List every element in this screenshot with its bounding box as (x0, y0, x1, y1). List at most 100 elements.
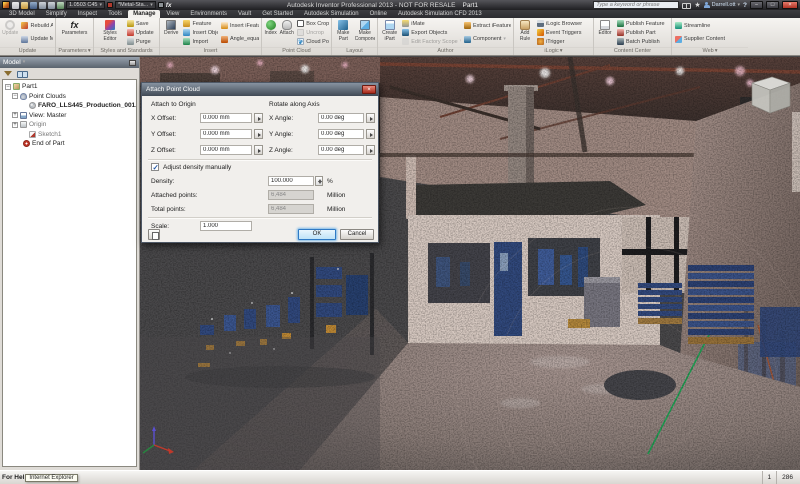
dialog-help-button[interactable] (148, 229, 160, 240)
parameters-button[interactable]: fx Parameters (60, 19, 90, 46)
index-button[interactable]: Index (264, 19, 277, 46)
material-combo[interactable]: *Metal-Sta... ▾ (114, 1, 156, 9)
search-icon[interactable] (682, 2, 692, 9)
x-offset-flyout-button[interactable] (254, 113, 263, 123)
attach-button[interactable]: Attach (279, 19, 294, 46)
close-button[interactable]: × (782, 1, 798, 9)
tab-get-started[interactable]: Get Started (257, 10, 298, 18)
minimize-button[interactable]: − (750, 1, 763, 9)
adjust-density-checkbox[interactable]: ✓ (151, 163, 159, 172)
x-angle-input[interactable] (318, 113, 364, 123)
search-input[interactable] (593, 1, 680, 9)
styles-save-button[interactable]: Save (126, 19, 155, 28)
rebuild-all-button[interactable]: Rebuild All (20, 21, 53, 30)
ilogic-browser-button[interactable]: iLogic Browser (536, 19, 583, 28)
appearance-swatch-icon[interactable] (106, 2, 113, 8)
tab-view[interactable]: View (161, 10, 184, 18)
parameters-fx-icon[interactable]: fx (166, 2, 172, 9)
help-icon[interactable]: ? (743, 2, 747, 9)
y-angle-input[interactable] (318, 129, 364, 139)
streamline-button[interactable]: Streamline (674, 21, 726, 30)
y-angle-flyout-button[interactable] (366, 129, 375, 139)
make-components-button[interactable]: Make Components (355, 19, 375, 46)
feature-button[interactable]: Feature (182, 19, 217, 28)
find-icon[interactable] (17, 70, 28, 78)
taskbar-tooltip[interactable]: Internet Explorer (25, 473, 78, 482)
expand-icon[interactable]: + (12, 121, 18, 128)
cloud-point-button[interactable]: Cloud Point (296, 37, 329, 46)
open-file-icon[interactable] (21, 1, 28, 9)
imate-button[interactable]: iMate (401, 19, 461, 28)
z-angle-input[interactable] (318, 145, 364, 155)
ok-button[interactable]: OK (298, 229, 336, 240)
density-spinner[interactable] (315, 176, 323, 186)
application-menu-button[interactable] (2, 1, 10, 9)
insert-object-button[interactable]: Insert Object (182, 28, 218, 37)
export-objects-button[interactable]: Export Objects (401, 28, 461, 37)
x-offset-input[interactable] (200, 113, 252, 123)
favorites-star-icon[interactable]: ★ (694, 2, 700, 9)
styles-editor-button[interactable]: Styles Editor (96, 19, 124, 46)
save-icon[interactable] (30, 1, 37, 9)
update-mass-button[interactable]: Update Mass (20, 35, 53, 44)
styles-update-button[interactable]: Update (126, 28, 155, 37)
y-offset-input[interactable] (200, 129, 252, 139)
z-offset-flyout-button[interactable] (254, 145, 263, 155)
publish-feature-button[interactable]: Publish Feature (616, 19, 666, 28)
tab-manage[interactable]: Manage (128, 10, 161, 18)
tree-item-origin[interactable]: + Origin (3, 120, 136, 130)
group-label-ilogic[interactable]: iLogic ▾ (514, 47, 593, 55)
browser-header[interactable]: Model ▾ (0, 57, 139, 68)
tab-3d-model[interactable]: 3D Model (4, 10, 40, 18)
dialog-close-button[interactable]: × (362, 85, 376, 94)
tab-vault[interactable]: Vault (233, 10, 256, 18)
return-icon[interactable] (57, 1, 64, 9)
tree-item-view-master[interactable]: + View: Master (3, 111, 136, 121)
batch-publish-button[interactable]: Batch Publish (616, 37, 666, 46)
box-crop-button[interactable]: Box Crop (296, 19, 329, 28)
tab-autodesk-simulation-cfd[interactable]: Autodesk Simulation CFD 2013 (393, 10, 487, 18)
style-combo[interactable]: 1.0503 C45 ▾ (66, 1, 105, 9)
tab-online[interactable]: Online (365, 10, 392, 18)
density-input[interactable] (268, 176, 314, 186)
derive-button[interactable]: Derive (162, 19, 180, 46)
tab-inspect[interactable]: Inspect (73, 10, 102, 18)
y-offset-flyout-button[interactable] (254, 129, 263, 139)
tree-item-sketch1[interactable]: Sketch1 (3, 130, 136, 140)
tree-item-point-clouds[interactable]: − Point Clouds (3, 92, 136, 102)
tree-item-part1[interactable]: − Part1 (3, 82, 136, 92)
filter-icon[interactable] (4, 70, 12, 76)
dialog-title-bar[interactable]: Attach Point Cloud (142, 83, 378, 96)
group-label-parameters[interactable]: Parameters ▾ (56, 47, 93, 55)
collapse-icon[interactable]: − (12, 93, 18, 100)
insert-ifeature-button[interactable]: Insert iFeature (220, 21, 259, 30)
create-ipart-button[interactable]: Create iPart (380, 19, 399, 46)
angle-equal-button[interactable]: Angle_equal▾ (220, 35, 259, 44)
extract-ifeature-button[interactable]: Extract iFeature (463, 21, 511, 30)
itrigger-button[interactable]: iTrigger (536, 37, 583, 46)
redo-icon[interactable] (48, 1, 55, 9)
expand-icon[interactable]: + (12, 112, 18, 119)
cancel-button[interactable]: Cancel (340, 229, 374, 240)
styles-purge-button[interactable]: Purge (126, 37, 155, 46)
maximize-button[interactable]: □ (766, 1, 779, 9)
component-button[interactable]: Component ▾ (463, 35, 511, 44)
scale-input[interactable] (200, 221, 252, 231)
publish-part-button[interactable]: Publish Part (616, 28, 666, 37)
view-cube[interactable] (751, 76, 791, 114)
tree-item-end-of-part[interactable]: End of Part (3, 139, 136, 149)
z-offset-input[interactable] (200, 145, 252, 155)
tab-tools[interactable]: Tools (103, 10, 127, 18)
group-label-web[interactable]: Web ▾ (672, 47, 748, 55)
collapse-icon[interactable]: − (5, 83, 11, 90)
tab-autodesk-simulation[interactable]: Autodesk Simulation (299, 10, 364, 18)
z-angle-flyout-button[interactable] (366, 145, 375, 155)
content-editor-button[interactable]: Editor (596, 19, 614, 46)
supplier-content-button[interactable]: Supplier Content (674, 35, 726, 44)
user-account[interactable]: Darrell.ott ▾ (703, 2, 740, 8)
color-swatch-icon[interactable] (157, 2, 164, 8)
tab-simplify[interactable]: Simplify (41, 10, 72, 18)
new-file-icon[interactable] (12, 1, 19, 9)
tree-item-faro-scan[interactable]: FARO_LLS445_Production_001.1_4.6:1 (3, 101, 136, 111)
tab-environments[interactable]: Environments (185, 10, 232, 18)
